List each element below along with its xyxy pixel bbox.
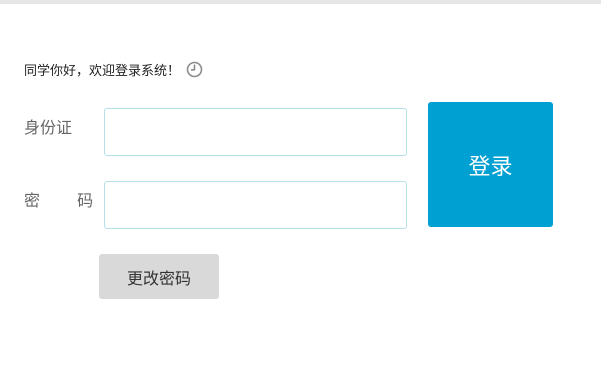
id-card-label: 身份证: [24, 118, 73, 137]
password-label: 密 码: [24, 191, 110, 210]
id-card-input[interactable]: [104, 108, 407, 156]
password-input[interactable]: [104, 181, 407, 229]
change-password-button[interactable]: 更改密码: [99, 254, 219, 299]
greeting: 同学你好，欢迎登录系统！: [24, 59, 203, 79]
top-bar: [0, 0, 601, 4]
clock-icon: [186, 61, 203, 78]
greeting-text: 同学你好，欢迎登录系统！: [24, 63, 181, 79]
login-button[interactable]: 登录: [428, 102, 553, 227]
